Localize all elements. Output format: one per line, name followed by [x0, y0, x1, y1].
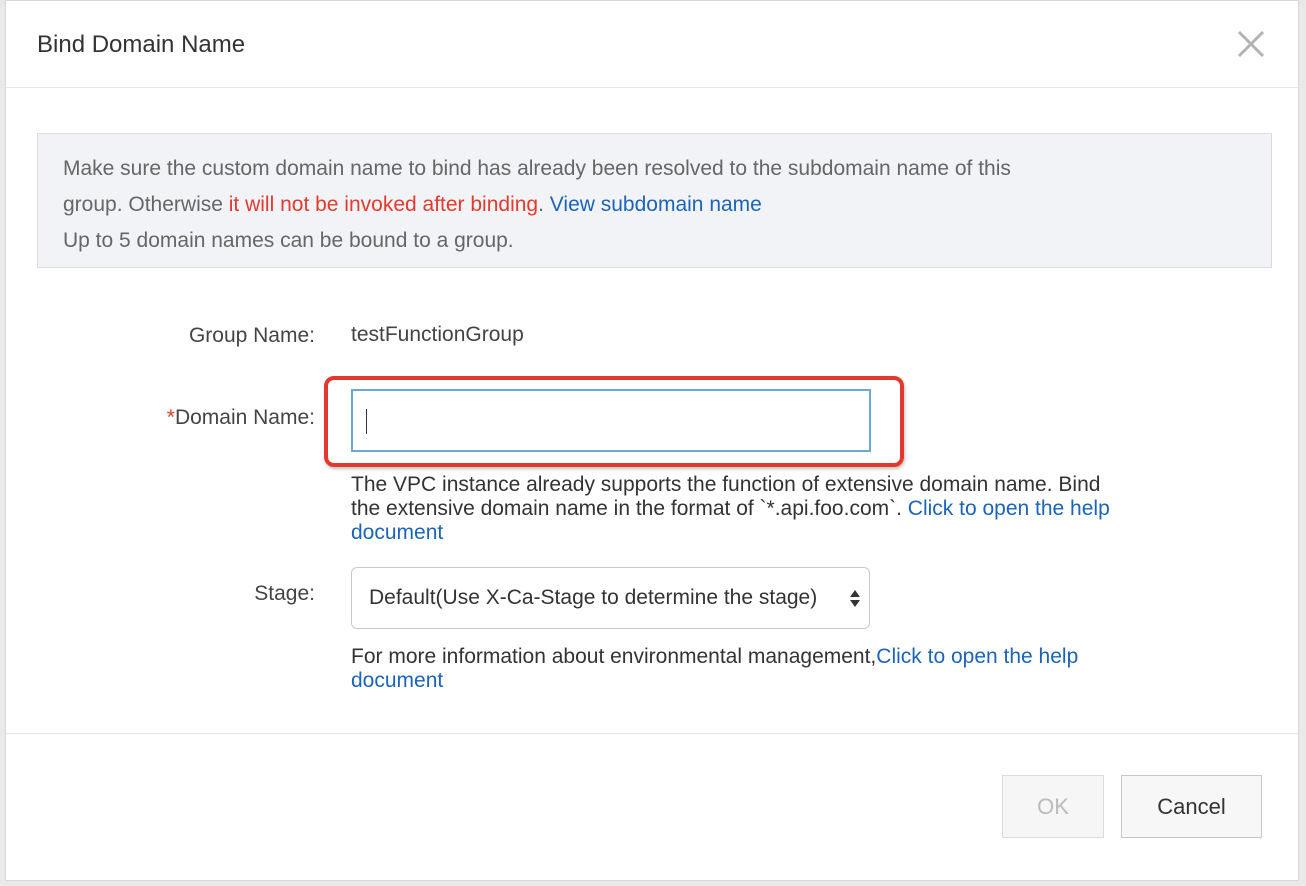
domain-name-field-wrapper: [351, 389, 871, 452]
domain-name-input[interactable]: [353, 391, 869, 450]
notice-line-1: Make sure the custom domain name to bind…: [63, 157, 1011, 180]
text-caret: [366, 409, 367, 434]
domain-help-link-continued[interactable]: document: [351, 521, 1110, 545]
dialog-header: Bind Domain Name: [6, 1, 1298, 88]
domain-help-line-2: the extensive domain name in the format …: [351, 497, 1110, 521]
bind-domain-dialog: Bind Domain Name Make sure the custom do…: [5, 0, 1299, 881]
stage-select[interactable]: Default(Use X-Ca-Stage to determine the …: [351, 567, 870, 629]
close-icon: [1237, 30, 1265, 58]
chevron-up-down-icon: [850, 590, 860, 607]
ok-button[interactable]: OK: [1002, 775, 1104, 838]
notice-line-3: Up to 5 domain names can be bound to a g…: [63, 229, 514, 252]
domain-name-label-text: Domain Name:: [174, 406, 315, 429]
domain-help-line-2-text: the extensive domain name in the format …: [351, 497, 908, 520]
stage-selected-value: Default(Use X-Ca-Stage to determine the …: [369, 586, 818, 609]
close-button[interactable]: [1234, 27, 1268, 61]
info-notice: Make sure the custom domain name to bind…: [37, 133, 1272, 268]
stage-help-text: For more information about environmental…: [351, 645, 1078, 693]
notice-warning-text: it will not be invoked after binding: [228, 193, 539, 216]
notice-period: .: [538, 193, 550, 216]
view-subdomain-link[interactable]: View subdomain name: [550, 193, 762, 216]
stage-help-line-1: For more information about environmental…: [351, 645, 1078, 669]
stage-help-link[interactable]: Click to open the help: [876, 645, 1078, 668]
group-name-value: testFunctionGroup: [351, 323, 524, 346]
cancel-button[interactable]: Cancel: [1121, 775, 1262, 838]
stage-label: Stage:: [254, 582, 315, 605]
notice-line-2-prefix: group. Otherwise: [63, 193, 229, 216]
dialog-title: Bind Domain Name: [37, 31, 246, 58]
required-mark: *: [166, 406, 175, 429]
domain-help-link[interactable]: Click to open the help: [908, 497, 1110, 520]
notice-line-2: group. Otherwise it will not be invoked …: [63, 187, 1246, 223]
stage-help-link-continued[interactable]: document: [351, 669, 1078, 693]
domain-help-line-1: The VPC instance already supports the fu…: [351, 473, 1101, 496]
stage-help-line-1-text: For more information about environmental…: [351, 645, 877, 668]
domain-help-text: The VPC instance already supports the fu…: [351, 473, 1110, 545]
footer-divider: [6, 733, 1298, 734]
domain-name-label: *Domain Name:: [167, 406, 315, 430]
group-name-label: Group Name:: [188, 324, 315, 347]
